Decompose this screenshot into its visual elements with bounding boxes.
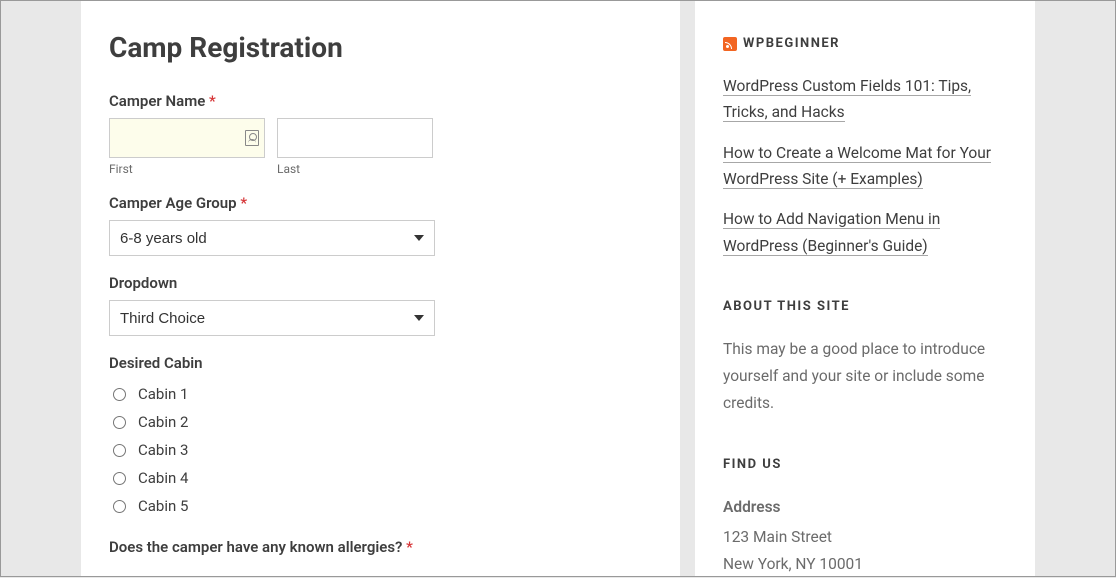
required-marker: * xyxy=(406,538,413,556)
cabin-radio-item: Cabin 5 xyxy=(109,492,652,520)
rss-link[interactable]: WordPress Custom Fields 101: Tips, Trick… xyxy=(723,77,971,122)
allergies-label: Does the camper have any known allergies… xyxy=(109,538,652,556)
field-dropdown: Dropdown Third Choice xyxy=(109,274,652,336)
autofill-person-icon xyxy=(245,130,259,146)
cabin-radio-label[interactable]: Cabin 5 xyxy=(138,497,188,515)
cabin-radio-label[interactable]: Cabin 1 xyxy=(138,385,188,403)
cabin-radio-list: Cabin 1 Cabin 2 Cabin 3 Cabin 4 Cabin 5 xyxy=(109,380,652,520)
sidebar: WPBEGINNER WordPress Custom Fields 101: … xyxy=(695,1,1035,576)
required-marker: * xyxy=(209,92,216,110)
allergies-label-text: Does the camper have any known allergies… xyxy=(109,538,402,556)
dropdown-label: Dropdown xyxy=(109,274,652,292)
cabin-radio-3[interactable] xyxy=(113,444,126,457)
first-name-sublabel: First xyxy=(109,162,265,176)
first-name-input[interactable] xyxy=(109,118,265,158)
last-name-input[interactable] xyxy=(277,118,433,158)
rss-link[interactable]: How to Add Navigation Menu in WordPress … xyxy=(723,210,940,255)
address-line1: 123 Main Street xyxy=(723,528,832,546)
age-group-label: Camper Age Group * xyxy=(109,194,652,212)
about-widget-text: This may be a good place to introduce yo… xyxy=(723,336,1007,417)
rss-list-item: How to Create a Welcome Mat for Your Wor… xyxy=(723,140,1007,193)
findus-widget-title: FIND US xyxy=(723,457,1007,472)
field-cabin: Desired Cabin Cabin 1 Cabin 2 Cabin 3 Ca… xyxy=(109,354,652,520)
field-camper-name: Camper Name * First Last xyxy=(109,92,652,176)
rss-widget-title: WPBEGINNER xyxy=(723,36,1007,51)
findus-address: Address 123 Main Street New York, NY 100… xyxy=(723,494,1007,577)
age-group-label-text: Camper Age Group xyxy=(109,194,237,212)
cabin-radio-5[interactable] xyxy=(113,500,126,513)
rss-link[interactable]: How to Create a Welcome Mat for Your Wor… xyxy=(723,144,991,189)
camper-name-label: Camper Name * xyxy=(109,92,652,110)
cabin-radio-item: Cabin 1 xyxy=(109,380,652,408)
widget-rss: WPBEGINNER WordPress Custom Fields 101: … xyxy=(723,36,1007,259)
address-line2: New York, NY 10001 xyxy=(723,555,863,573)
rss-list-item: WordPress Custom Fields 101: Tips, Trick… xyxy=(723,73,1007,126)
rss-list-item: How to Add Navigation Menu in WordPress … xyxy=(723,206,1007,259)
cabin-radio-item: Cabin 3 xyxy=(109,436,652,464)
cabin-radio-label[interactable]: Cabin 4 xyxy=(138,469,188,487)
main-content: Camp Registration Camper Name * First La… xyxy=(81,1,680,576)
address-label: Address xyxy=(723,494,1007,521)
cabin-radio-item: Cabin 2 xyxy=(109,408,652,436)
rss-icon[interactable] xyxy=(723,37,737,51)
cabin-radio-label[interactable]: Cabin 2 xyxy=(138,413,188,431)
dropdown-select[interactable]: Third Choice xyxy=(109,300,435,336)
cabin-radio-item: Cabin 4 xyxy=(109,464,652,492)
cabin-label: Desired Cabin xyxy=(109,354,652,372)
page-title: Camp Registration xyxy=(109,31,652,64)
widget-findus: FIND US Address 123 Main Street New York… xyxy=(723,457,1007,577)
cabin-radio-4[interactable] xyxy=(113,472,126,485)
field-allergies: Does the camper have any known allergies… xyxy=(109,538,652,556)
required-marker: * xyxy=(240,194,247,212)
cabin-radio-2[interactable] xyxy=(113,416,126,429)
field-age-group: Camper Age Group * 6-8 years old xyxy=(109,194,652,256)
about-widget-title: ABOUT THIS SITE xyxy=(723,299,1007,314)
age-group-select[interactable]: 6-8 years old xyxy=(109,220,435,256)
camper-name-label-text: Camper Name xyxy=(109,92,205,110)
rss-widget-title-text[interactable]: WPBEGINNER xyxy=(743,36,840,51)
cabin-radio-1[interactable] xyxy=(113,388,126,401)
rss-list: WordPress Custom Fields 101: Tips, Trick… xyxy=(723,73,1007,259)
cabin-radio-label[interactable]: Cabin 3 xyxy=(138,441,188,459)
last-name-sublabel: Last xyxy=(277,162,433,176)
widget-about: ABOUT THIS SITE This may be a good place… xyxy=(723,299,1007,417)
